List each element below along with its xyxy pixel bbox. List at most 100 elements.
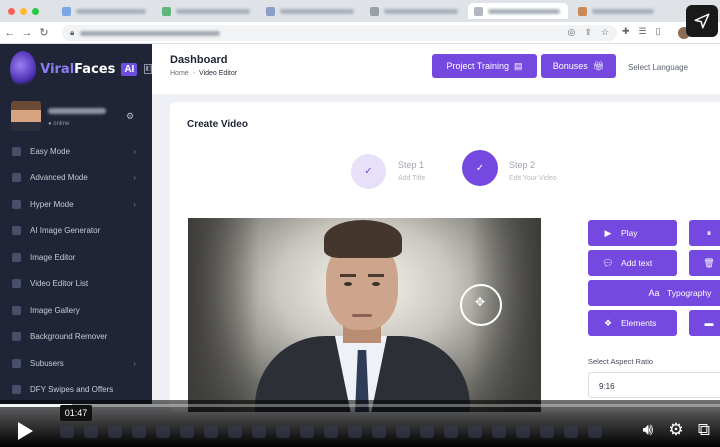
figure-eye: [344, 282, 352, 286]
browser-tab[interactable]: [364, 3, 464, 19]
select-language[interactable]: Select Language: [628, 63, 688, 72]
move-cursor-icon: [460, 284, 502, 326]
tab-favicon-icon: [370, 6, 379, 16]
face-logo-icon: [10, 51, 37, 87]
step-2-check-icon[interactable]: ✓: [462, 150, 498, 186]
minimize-window-button[interactable]: [20, 7, 27, 15]
play-button[interactable]: ▶ Play: [588, 220, 677, 246]
typography-label: Typography: [667, 288, 712, 298]
tab-title-redacted: [383, 8, 458, 14]
browser-tab[interactable]: [56, 3, 152, 19]
browser-tab-bar: [0, 0, 720, 22]
chat-text-icon: 💬︎: [602, 257, 614, 268]
sidebar-item-label: AI Image Generator: [30, 226, 101, 236]
tab-title-redacted: [175, 8, 250, 14]
browser-tab-active[interactable]: [468, 3, 568, 19]
sidebar-item-label: Subusers: [30, 358, 64, 368]
back-arrow-icon[interactable]: ←: [3, 27, 17, 39]
brand-prefix: Viral: [40, 61, 75, 77]
play-label: Play: [621, 228, 638, 238]
collapse-sidebar-icon[interactable]: ◧: [144, 64, 152, 74]
tab-title-redacted: [592, 8, 654, 14]
app-logo[interactable]: ViralFaces AI ◧: [0, 44, 152, 94]
settings-icon[interactable]: ⚙: [665, 420, 687, 440]
bonuses-button[interactable]: Bonuses 🎁︎: [541, 54, 616, 78]
browser-tab[interactable]: [572, 3, 662, 19]
pause-box-icon: ⏸: [706, 227, 712, 238]
sidebar-item-label: Advanced Mode: [30, 173, 88, 183]
sidebar-item[interactable]: Image Gallery: [0, 297, 152, 324]
sidebar-item[interactable]: Image Editor: [0, 244, 152, 271]
reload-icon[interactable]: ↻: [37, 26, 51, 39]
delete-button[interactable]: 🗑︎: [689, 250, 720, 276]
forward-arrow-icon[interactable]: →: [20, 27, 34, 39]
sidebar-item-icon: [12, 279, 21, 289]
elements-button[interactable]: ❖ Elements: [588, 310, 677, 336]
pause-button[interactable]: ⏸: [689, 220, 720, 246]
send-icon[interactable]: [686, 5, 718, 37]
aspect-ratio-label: Select Aspect Ratio: [588, 357, 654, 366]
sidebar-item[interactable]: Easy Mode ›: [0, 138, 152, 165]
figure-eye: [372, 282, 380, 286]
sidebar-item[interactable]: Background Remover: [0, 324, 152, 351]
bonuses-label: Bonuses: [552, 61, 588, 71]
create-video-card: Create Video ✓ Step 1 Add Title ✓ Step 2…: [170, 102, 720, 412]
trash-icon: 🗑︎: [703, 257, 715, 268]
add-text-button[interactable]: 💬︎ Add text: [588, 250, 677, 276]
sidebar-item-label: Image Editor: [30, 252, 76, 262]
username-redacted: [48, 108, 106, 114]
tab-title-redacted: [279, 8, 354, 14]
eye-off-icon[interactable]: ◎: [568, 27, 576, 38]
chevron-right-icon: ›: [133, 173, 136, 183]
side-panel-icon[interactable]: ▯: [656, 26, 661, 37]
sidebar-item[interactable]: Video Editor List: [0, 271, 152, 298]
sidebar-item-icon: [12, 146, 21, 156]
media-button[interactable]: ▬: [689, 310, 720, 336]
chevron-right-icon: ›: [133, 146, 136, 156]
user-profile[interactable]: ● online ⚙: [0, 94, 152, 138]
picture-in-picture-icon[interactable]: ⧉: [693, 420, 715, 440]
reading-list-icon[interactable]: ☰: [639, 26, 647, 37]
gift-icon: 🎁︎: [592, 60, 605, 71]
sidebar-menu: Easy Mode › Advanced Mode › Hyper Mode › AI Im…: [0, 138, 152, 403]
breadcrumb-current: Video Editor: [199, 70, 238, 77]
sidebar-item[interactable]: Subusers ›: [0, 350, 152, 377]
window-controls: [0, 7, 52, 15]
browser-tab[interactable]: [156, 3, 256, 19]
sidebar-item-label: Background Remover: [30, 332, 108, 342]
star-icon[interactable]: ☆: [601, 27, 609, 38]
brand-name: ViralFaces: [40, 62, 115, 77]
url-field[interactable]: 🔒︎ ◎ ⇪ ☆: [62, 25, 617, 41]
browser-tab[interactable]: [260, 3, 360, 19]
player-progress-bar[interactable]: [0, 404, 720, 407]
typography-button[interactable]: Aa Typography: [588, 280, 720, 306]
lock-icon: 🔒︎: [70, 28, 75, 37]
add-text-label: Add text: [621, 258, 653, 268]
puzzle-icon[interactable]: ✚: [622, 26, 630, 37]
chevron-right-icon: ›: [133, 358, 136, 368]
maximize-window-button[interactable]: [32, 7, 39, 15]
sidebar-item[interactable]: Advanced Mode ›: [0, 165, 152, 192]
url-actions: ◎ ⇪ ☆: [568, 27, 609, 38]
step-1-check-icon[interactable]: ✓: [351, 154, 386, 189]
sidebar-item[interactable]: Hyper Mode ›: [0, 191, 152, 218]
gear-icon[interactable]: ⚙: [126, 111, 134, 122]
sidebar-item-label: Video Editor List: [30, 279, 89, 289]
close-window-button[interactable]: [8, 7, 15, 15]
sidebar-item[interactable]: AI Image Generator: [0, 218, 152, 245]
play-box-icon: ▶: [604, 227, 612, 238]
play-icon[interactable]: [18, 422, 33, 440]
share-icon[interactable]: ⇪: [584, 27, 592, 38]
breadcrumb: Home - Video Editor: [170, 70, 237, 77]
tab-title-redacted: [76, 8, 146, 14]
project-training-label: Project Training: [446, 61, 509, 71]
breadcrumb-home[interactable]: Home: [170, 70, 189, 77]
sidebar-item-label: Hyper Mode: [30, 199, 74, 209]
figure-brow: [368, 274, 384, 277]
volume-icon[interactable]: 🔊︎: [637, 420, 659, 440]
url-text-redacted: [80, 30, 221, 36]
project-training-button[interactable]: Project Training ▤: [432, 54, 537, 78]
sidebar-item-label: Image Gallery: [30, 305, 80, 315]
aspect-ratio-select[interactable]: 9:16: [588, 372, 720, 398]
video-canvas[interactable]: [188, 218, 541, 412]
